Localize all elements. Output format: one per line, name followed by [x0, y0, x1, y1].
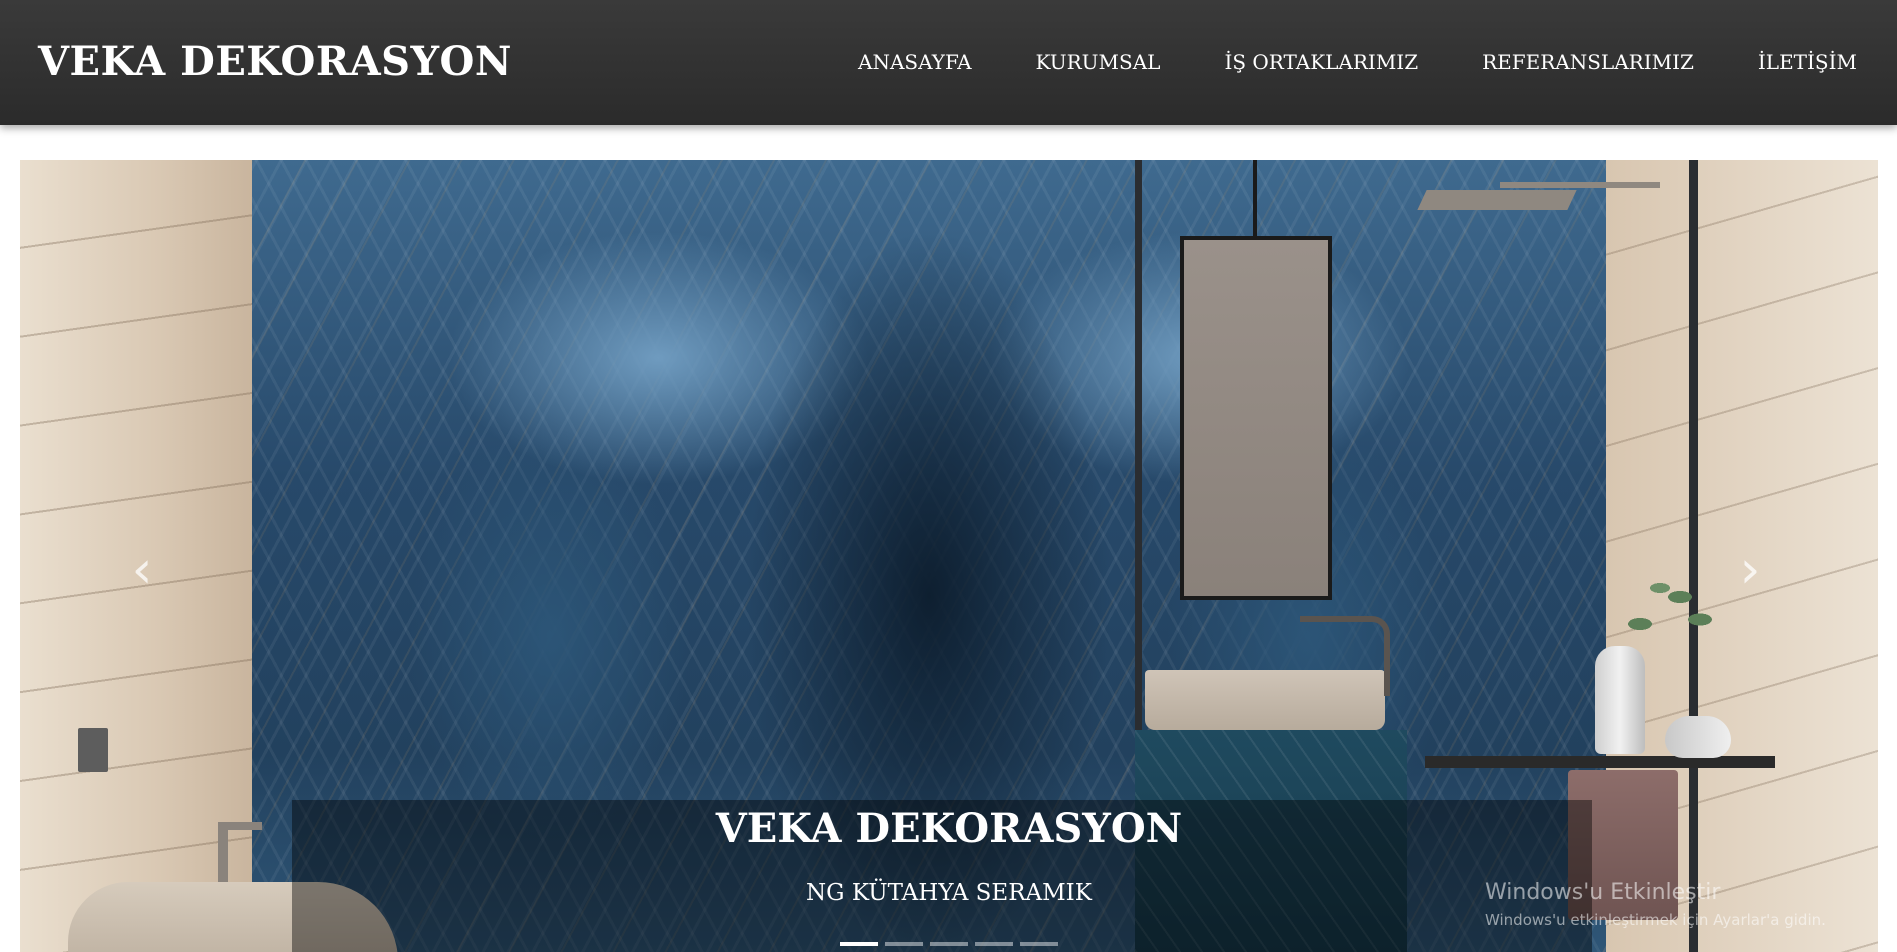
- carousel-indicator-4[interactable]: [975, 942, 1013, 946]
- mirror-rod: [1253, 160, 1257, 238]
- nav-link-kurumsal[interactable]: KURUMSAL: [1036, 50, 1161, 74]
- carousel-indicator-2[interactable]: [885, 942, 923, 946]
- chevron-right-icon: ›: [1739, 540, 1761, 600]
- nav-item-kurumsal: KURUMSAL: [1036, 50, 1161, 74]
- windows-activation-watermark: Windows'u Etkinleştir Windows'u etkinleş…: [1485, 880, 1826, 929]
- faucet: [1300, 616, 1390, 696]
- shelf: [1425, 756, 1775, 768]
- nav-item-iletisim: İLETİŞİM: [1758, 50, 1857, 74]
- carousel-next-button[interactable]: ›: [1710, 520, 1790, 620]
- site-logo[interactable]: VEKA DEKORASYON: [38, 38, 512, 85]
- carousel-indicator-1[interactable]: [840, 942, 878, 946]
- watermark-subtitle: Windows'u etkinleştirmek için Ayarlar'a …: [1485, 911, 1826, 929]
- nav-link-is-ortaklarimiz[interactable]: İŞ ORTAKLARIMIZ: [1224, 50, 1418, 74]
- hero-carousel: VEKA DEKORASYON NG KÜTAHYA SERAMIK ‹ ›: [20, 160, 1878, 952]
- carousel-indicator-5[interactable]: [1020, 942, 1058, 946]
- vase: [1595, 646, 1645, 754]
- top-navbar: VEKA DEKORASYON ANASAYFA KURUMSAL İŞ ORT…: [0, 0, 1897, 125]
- nav-item-referanslarimiz: REFERANSLARIMIZ: [1482, 50, 1694, 74]
- flush-plate: [78, 728, 108, 772]
- carousel-indicators: [840, 942, 1065, 946]
- chevron-left-icon: ‹: [131, 540, 153, 600]
- carousel-indicator-3[interactable]: [930, 942, 968, 946]
- shower-arm: [1500, 182, 1660, 188]
- nav-item-is-ortaklarimiz: İŞ ORTAKLARIMIZ: [1224, 50, 1418, 74]
- showerhead: [1417, 190, 1577, 210]
- nav-link-iletisim[interactable]: İLETİŞİM: [1758, 50, 1857, 74]
- plant: [1620, 570, 1720, 660]
- mirror: [1180, 236, 1332, 600]
- main-menu: ANASAYFA KURUMSAL İŞ ORTAKLARIMIZ REFERA…: [794, 50, 1857, 74]
- decor-bowl: [1665, 716, 1731, 758]
- watermark-title: Windows'u Etkinleştir: [1485, 880, 1721, 905]
- carousel-prev-button[interactable]: ‹: [102, 520, 182, 620]
- slide-caption-title: VEKA DEKORASYON: [715, 805, 1183, 852]
- nav-link-anasayfa[interactable]: ANASAYFA: [858, 50, 972, 74]
- nav-link-referanslarimiz[interactable]: REFERANSLARIMIZ: [1482, 50, 1694, 74]
- nav-item-anasayfa: ANASAYFA: [858, 50, 972, 74]
